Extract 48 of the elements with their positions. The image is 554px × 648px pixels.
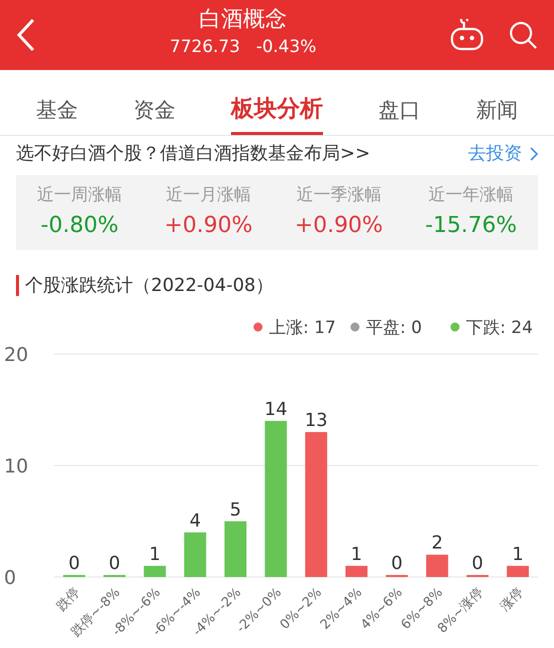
tab[interactable]: 盘口 xyxy=(378,94,421,135)
bar xyxy=(426,554,448,576)
bar-value-label: 0 xyxy=(391,552,403,574)
bar-value-label: 1 xyxy=(512,543,524,564)
bar xyxy=(506,565,529,576)
bar-value-label: 1 xyxy=(350,543,362,564)
legend-label: 上涨: 17 xyxy=(269,318,336,338)
stat-value: -0.80% xyxy=(40,212,118,240)
tab[interactable]: 资金 xyxy=(133,94,176,135)
index-price: 7726.73 xyxy=(170,36,240,60)
tab[interactable]: 板块分析 xyxy=(230,92,323,135)
promo-text: 选不好白酒个股？借道白酒指数基金布局>> xyxy=(16,142,370,166)
bar-value-label: 5 xyxy=(230,498,242,520)
y-axis-label: 20 xyxy=(4,344,28,366)
stat-value: +0.90% xyxy=(294,212,383,240)
y-axis-label: 0 xyxy=(4,566,16,588)
tab[interactable]: 基金 xyxy=(36,94,78,135)
bar-value-label: 1 xyxy=(149,543,161,564)
page-title: 白酒概念 xyxy=(198,9,287,32)
section-title: 个股涨跌统计（2022-04-08） xyxy=(16,274,274,296)
search-icon[interactable] xyxy=(508,20,538,50)
bar xyxy=(224,520,246,576)
chevron-right-icon xyxy=(530,146,538,160)
bar-value-label: 14 xyxy=(264,398,288,420)
legend-label: 下跌: 24 xyxy=(466,318,533,338)
x-axis-label: 涨停 xyxy=(498,584,527,614)
bar-value-label: 0 xyxy=(472,552,484,574)
stat-value: +0.90% xyxy=(164,212,253,240)
bar-value-label: 0 xyxy=(68,552,80,574)
x-axis-label: 跌停 xyxy=(54,584,83,614)
stat-label: 近一周涨幅 xyxy=(37,184,122,207)
index-change: -0.43% xyxy=(256,36,316,60)
bar-value-label: 13 xyxy=(304,410,328,431)
tab[interactable]: 新闻 xyxy=(476,94,518,135)
bar-value-label: 0 xyxy=(108,552,120,574)
bar xyxy=(346,565,368,576)
bar-value-label: 4 xyxy=(189,510,201,531)
stat-label: 近一月涨幅 xyxy=(166,184,251,207)
legend-label: 平盘: 0 xyxy=(366,318,422,338)
stat-label: 近一季涨幅 xyxy=(296,184,382,207)
stat-value: -15.76% xyxy=(425,212,517,240)
robot-icon[interactable] xyxy=(450,19,484,51)
bar xyxy=(184,532,206,576)
bar-value-label: 2 xyxy=(431,532,443,554)
back-icon[interactable] xyxy=(16,18,36,52)
stat-label: 近一年涨幅 xyxy=(428,184,514,207)
bar xyxy=(144,565,166,576)
y-axis-label: 10 xyxy=(4,455,28,477)
